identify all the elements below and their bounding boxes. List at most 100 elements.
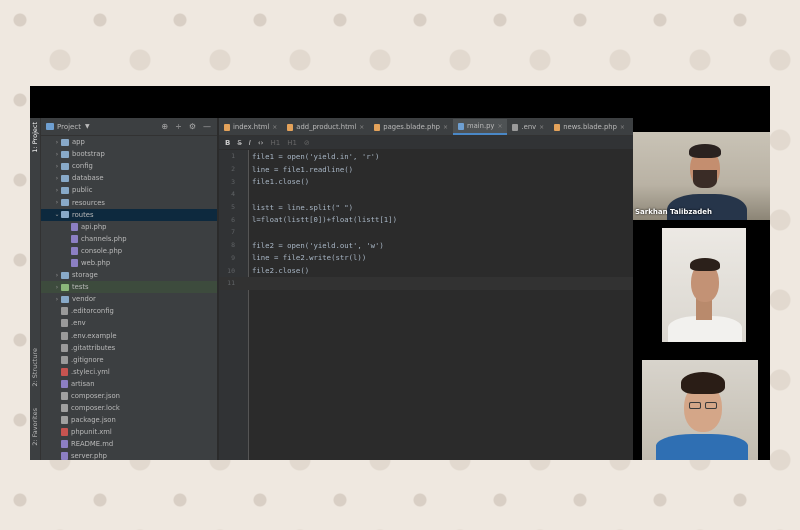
tree-item[interactable]: .env	[41, 317, 217, 329]
sidebar-tab-favorites[interactable]: 2: Favorites	[31, 408, 39, 446]
chevron-right-icon[interactable]: ›	[53, 139, 61, 146]
code-text: file2.close()	[252, 266, 310, 276]
tree-item[interactable]: .editorconfig	[41, 305, 217, 317]
code-line[interactable]: 11	[219, 276, 633, 290]
project-panel: Project ▼ ⊕ ÷ ⚙ — › app › bootstrap › config ›…	[41, 118, 218, 460]
close-icon[interactable]: ×	[443, 124, 448, 131]
code-editor[interactable]: 1 file1 = open('yield.in', 'r') 2 line = fi…	[219, 150, 633, 460]
strikethrough-icon[interactable]: S̶	[237, 139, 241, 147]
chevron-right-icon[interactable]: ›	[53, 296, 61, 303]
tree-item[interactable]: web.php	[41, 257, 217, 269]
bold-icon[interactable]: B	[225, 139, 230, 147]
close-icon[interactable]: ×	[620, 124, 625, 131]
editor-tab-label: pages.blade.php	[383, 123, 440, 131]
chevron-right-icon[interactable]: ›	[53, 272, 61, 279]
code-text: line = file2.write(str(l))	[252, 253, 367, 263]
close-icon[interactable]: ×	[359, 124, 364, 131]
editor-tab[interactable]: add_product.html ×	[282, 119, 369, 135]
project-panel-title[interactable]: Project	[57, 123, 81, 131]
header2-icon[interactable]: H1	[287, 139, 297, 147]
chevron-right-icon[interactable]: ›	[53, 175, 61, 182]
tree-item-label: phpunit.xml	[71, 428, 112, 437]
code-line[interactable]: 9 line = file2.write(str(l))	[219, 252, 633, 265]
tree-item[interactable]: › bootstrap	[41, 148, 217, 160]
chevron-down-icon[interactable]: ▼	[85, 123, 90, 130]
tree-item[interactable]: server.php	[41, 450, 217, 460]
tree-item[interactable]: › storage	[41, 269, 217, 281]
tree-item[interactable]: console.php	[41, 245, 217, 257]
chevron-right-icon[interactable]: ›	[53, 199, 61, 206]
collapse-icon[interactable]: ÷	[175, 122, 182, 131]
xml-file-icon	[61, 428, 68, 437]
code-line[interactable]: 3 file1.close()	[219, 175, 633, 188]
tree-item[interactable]: .gitattributes	[41, 342, 217, 354]
tree-item[interactable]: package.json	[41, 414, 217, 426]
folder-icon	[61, 174, 69, 182]
json-file-icon	[61, 416, 68, 425]
project-tree: › app › bootstrap › config › database › public › re…	[41, 136, 217, 460]
hide-icon[interactable]: —	[203, 122, 211, 131]
code-text: listt = line.split(" ")	[252, 202, 354, 212]
gear-icon[interactable]: ⚙	[189, 122, 196, 131]
italic-icon[interactable]: I	[249, 139, 251, 147]
tree-item[interactable]: composer.lock	[41, 402, 217, 414]
tree-item-label: tests	[72, 283, 89, 292]
participant-1-body	[667, 194, 747, 220]
sidebar-tab-project[interactable]: 1: Project	[31, 122, 39, 153]
tree-item[interactable]: api.php	[41, 221, 217, 233]
tree-item[interactable]: phpunit.xml	[41, 426, 217, 438]
code-line[interactable]: 4	[219, 188, 633, 201]
link-icon[interactable]: ⊘	[304, 139, 310, 147]
tree-item[interactable]: › resources	[41, 196, 217, 208]
editor-tab[interactable]: .env ×	[507, 119, 549, 135]
code-line[interactable]: 7	[219, 226, 633, 239]
php-file-icon	[61, 379, 68, 388]
editor-tab[interactable]: main.py ×	[452, 119, 508, 135]
locate-icon[interactable]: ⊕	[161, 122, 168, 131]
webcam-participant-2	[662, 228, 746, 342]
tree-item[interactable]: › database	[41, 172, 217, 184]
code-line[interactable]: 2 line = file1.readline()	[219, 163, 633, 176]
editor-tab[interactable]: pages.blade.php ×	[369, 119, 453, 135]
editor-tab[interactable]: index.html ×	[219, 119, 282, 135]
close-icon[interactable]: ×	[272, 124, 277, 131]
code-line[interactable]: 5 listt = line.split(" ")	[219, 201, 633, 214]
close-icon[interactable]: ×	[539, 124, 544, 131]
tree-item[interactable]: .env.example	[41, 330, 217, 342]
code-line[interactable]: 8 file2 = open('yield.out', 'w')	[219, 239, 633, 252]
chevron-down-icon[interactable]: ⌄	[53, 211, 61, 218]
tree-item[interactable]: › config	[41, 160, 217, 172]
php-file-icon	[61, 452, 68, 460]
chevron-right-icon[interactable]: ›	[53, 163, 61, 170]
close-icon[interactable]: ×	[497, 123, 502, 130]
tree-item[interactable]: artisan	[41, 378, 217, 390]
code-line[interactable]: 1 file1 = open('yield.in', 'r')	[219, 150, 633, 163]
sidebar-tab-structure[interactable]: 2: Structure	[31, 348, 39, 387]
tree-item[interactable]: channels.php	[41, 233, 217, 245]
tree-item[interactable]: › tests	[41, 281, 217, 294]
line-number: 8	[231, 241, 235, 250]
header1-icon[interactable]: H1	[270, 139, 280, 147]
code-icon[interactable]: ‹›	[258, 139, 264, 147]
tree-item[interactable]: .styleci.yml	[41, 366, 217, 378]
tree-item-label: bootstrap	[72, 150, 105, 159]
editor-tab[interactable]: news.blade.php ×	[549, 119, 630, 135]
tree-item[interactable]: › app	[41, 136, 217, 148]
participant-3-hair	[681, 372, 725, 394]
chevron-right-icon[interactable]: ›	[53, 284, 61, 291]
tree-item-label: storage	[72, 271, 98, 280]
tree-item[interactable]: README.md	[41, 438, 217, 450]
code-line[interactable]: 6 l=float(listt[0])+float(listt[1])	[219, 213, 633, 226]
chevron-right-icon[interactable]: ›	[53, 187, 61, 194]
line-number: 10	[227, 266, 235, 275]
line-number: 4	[231, 190, 235, 199]
code-line[interactable]: 10 file2.close()	[219, 264, 633, 277]
tree-item-label: .editorconfig	[71, 307, 114, 316]
ide-window: 1: Project 2: Structure 2: Favorites Pro…	[30, 118, 633, 460]
tree-item[interactable]: .gitignore	[41, 354, 217, 366]
tree-item[interactable]: composer.json	[41, 390, 217, 402]
tree-item[interactable]: › public	[41, 184, 217, 196]
tree-item[interactable]: ⌄ routes	[41, 208, 217, 221]
tree-item[interactable]: › vendor	[41, 293, 217, 305]
chevron-right-icon[interactable]: ›	[53, 151, 61, 158]
